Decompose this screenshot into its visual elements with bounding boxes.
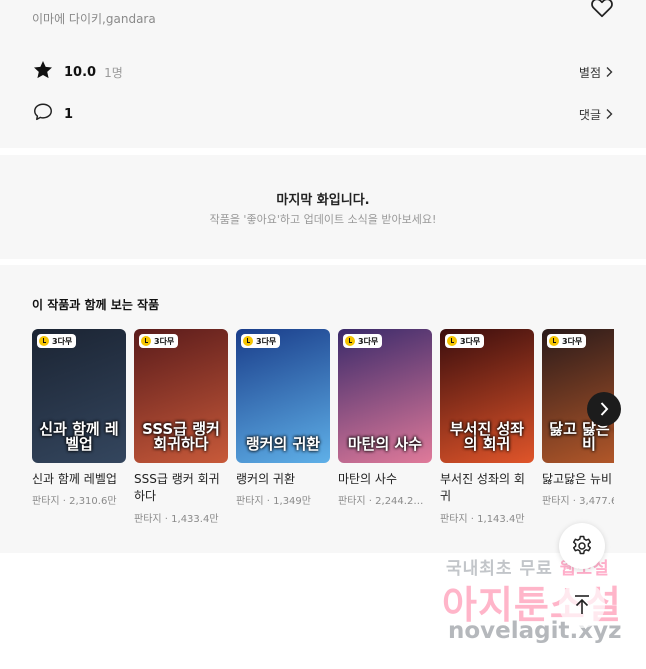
cover-title: 마탄의 사수 [347, 435, 423, 454]
rec-cover[interactable]: 3다무 신과 함께 레벨업 [32, 329, 126, 463]
rec-meta: 판타지 · 3,477.6… [542, 492, 614, 507]
last-episode-title: 마지막 화입니다. [276, 193, 370, 208]
recommendations-carousel: 3다무 신과 함께 레벨업 신과 함께 레벨업 판타지 · 2,310.6만 3… [32, 329, 614, 539]
cover-title: SSS급 랭커 회귀하다 [142, 419, 220, 454]
badge-label: 3다무 [154, 336, 175, 346]
rec-meta: 판타지 · 2,310.6만 [32, 496, 117, 508]
chevron-right-icon [600, 402, 609, 416]
comment-link[interactable]: 댓글 [579, 106, 614, 123]
rating-link-label: 별점 [578, 65, 601, 80]
rec-cover[interactable]: 3다무 마탄의 사수 [338, 329, 432, 463]
rec-card[interactable]: 3다무 신과 함께 레벨업 신과 함께 레벨업 판타지 · 2,310.6만 [32, 329, 126, 507]
badge-label: 3다무 [52, 336, 73, 346]
gear-icon [572, 535, 592, 555]
rating-score: 10.0 [64, 64, 97, 80]
clock-icon [141, 336, 151, 346]
last-episode-subtitle: 작품을 '좋아요'하고 업데이트 소식을 받아보세요! [209, 213, 437, 226]
clock-icon [447, 336, 457, 346]
section-divider [0, 148, 646, 155]
wait-free-badge: 3다무 [343, 334, 383, 348]
comment-link-label: 댓글 [578, 107, 601, 122]
clock-icon [39, 336, 49, 346]
rec-card[interactable]: 3다무 SSS급 랭커 회귀하다 SSS급 랭커 회귀하다 판타지 · 1,43… [134, 329, 228, 525]
clock-icon [345, 336, 355, 346]
comment-icon [32, 101, 54, 127]
rec-genre: 판타지 [542, 496, 570, 508]
wait-free-badge: 3다무 [445, 334, 485, 348]
clock-icon [243, 336, 253, 346]
cover-title: 부서진 성좌의 회귀 [449, 419, 525, 454]
wait-free-badge: 3다무 [547, 334, 587, 348]
rec-cover[interactable]: 3다무 랭커의 귀환 [236, 329, 330, 463]
cover-title: 닳고 닳은 뉴비 [549, 419, 614, 454]
arrow-up-icon [575, 595, 589, 614]
rec-genre: 판타지 [32, 496, 60, 508]
rec-views: 3,477.6… [579, 496, 614, 508]
rec-views: 2,244.2… [375, 496, 424, 508]
comment-row[interactable]: 1 댓글 [32, 102, 614, 126]
rec-meta: 판타지 · 1,143.4만 [440, 513, 525, 525]
rec-title[interactable]: SSS급 랭커 회귀하다 [134, 471, 228, 506]
author-names[interactable]: 이마에 다이키,gandara [32, 10, 156, 27]
rec-genre: 판타지 [134, 513, 162, 525]
wait-free-badge: 3다무 [241, 334, 281, 348]
chevron-right-icon [606, 109, 613, 119]
last-episode-notice: 마지막 화입니다. 작품을 '좋아요'하고 업데이트 소식을 받아보세요! [0, 155, 646, 259]
rec-title[interactable]: 마탄의 사수 [338, 471, 432, 488]
rec-card[interactable]: 3다무 마탄의 사수 마탄의 사수 판타지 · 2,244.2… [338, 329, 432, 507]
rating-row[interactable]: 10.0 1명 별점 [32, 60, 614, 84]
rec-cover[interactable]: 3다무 SSS급 랭커 회귀하다 [134, 329, 228, 463]
recommendations-heading: 이 작품과 함께 보는 작품 [32, 298, 160, 312]
rec-title[interactable]: 닳고닳은 뉴비 [542, 471, 614, 488]
rec-views: 2,310.6만 [69, 496, 117, 508]
wait-free-badge: 3다무 [139, 334, 179, 348]
cover-title: 랭커의 귀환 [245, 435, 321, 454]
rec-genre: 판타지 [236, 496, 264, 508]
rec-views: 1,349만 [273, 496, 311, 508]
star-icon [32, 59, 54, 85]
rec-views: 1,143.4만 [477, 513, 525, 525]
rating-link[interactable]: 별점 [579, 64, 614, 81]
rec-title[interactable]: 부서진 성좌의 회귀 [440, 471, 534, 506]
scroll-to-top-button[interactable] [559, 582, 605, 628]
rec-genre: 판타지 [338, 496, 366, 508]
recommendations-section: 이 작품과 함께 보는 작품 3다무 신과 함께 레벨업 신과 함께 레벨업 판… [0, 265, 646, 553]
work-info-section: 이마에 다이키,gandara 10.0 1명 별점 1 댓글 [0, 0, 646, 148]
rec-title[interactable]: 랭커의 귀환 [236, 471, 330, 488]
settings-button[interactable] [559, 523, 605, 569]
rec-cover[interactable]: 3다무 부서진 성좌의 회귀 [440, 329, 534, 463]
rec-meta: 판타지 · 1,433.4만 [134, 513, 219, 525]
rec-card[interactable]: 3다무 랭커의 귀환 랭커의 귀환 판타지 · 1,349만 [236, 329, 330, 507]
rec-views: 1,433.4만 [171, 513, 219, 525]
badge-label: 3다무 [562, 336, 583, 346]
badge-label: 3다무 [358, 336, 379, 346]
wait-free-badge: 3다무 [37, 334, 77, 348]
rec-title[interactable]: 신과 함께 레벨업 [32, 471, 126, 488]
chevron-right-icon [606, 67, 613, 77]
badge-label: 3다무 [460, 336, 481, 346]
badge-label: 3다무 [256, 336, 277, 346]
rating-count: 1명 [104, 65, 123, 80]
rec-meta: 판타지 · 2,244.2… [338, 496, 424, 508]
comment-count: 1 [64, 106, 74, 122]
cover-title: 신과 함께 레벨업 [39, 419, 119, 454]
watermark: 국내최초 무료 웹소설 아지툰소설 novelagit.xyz [420, 552, 640, 662]
clock-icon [549, 336, 559, 346]
rec-meta: 판타지 · 1,349만 [236, 496, 311, 508]
heart-icon[interactable] [589, 0, 615, 24]
carousel-next-button[interactable] [587, 392, 621, 426]
rec-genre: 판타지 [440, 513, 468, 525]
rec-card[interactable]: 3다무 부서진 성좌의 회귀 부서진 성좌의 회귀 판타지 · 1,143.4만 [440, 329, 534, 525]
